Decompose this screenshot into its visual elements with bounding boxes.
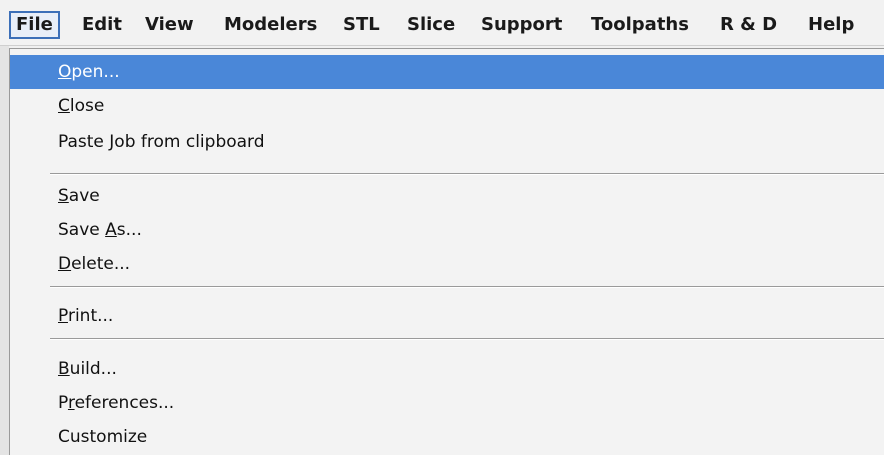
menu-help[interactable]: Help [808, 11, 854, 39]
menu-support[interactable]: Support [481, 11, 562, 39]
menu-separator [50, 338, 884, 340]
menu-item-label: uild... [69, 359, 117, 379]
menu-item-print[interactable]: Print... [10, 299, 884, 333]
menu-item-delete[interactable]: Delete... [10, 247, 884, 281]
menu-item-label: elete... [71, 254, 131, 274]
menu-item-customize[interactable]: Customize [10, 420, 884, 454]
menu-slice[interactable]: Slice [407, 11, 455, 39]
menu-bar: File Edit View Modelers STL Slice Suppor… [0, 0, 884, 46]
menu-file[interactable]: File [9, 11, 60, 39]
menu-item-label: pen... [71, 62, 120, 82]
mnemonic: D [58, 254, 72, 274]
menu-item-open[interactable]: Open... [10, 55, 884, 89]
menu-edit[interactable]: Edit [82, 11, 122, 39]
menu-item-build[interactable]: Build... [10, 352, 884, 386]
mnemonic: P [58, 306, 68, 326]
menu-r-and-d[interactable]: R & D [720, 11, 777, 39]
mnemonic: B [58, 359, 70, 379]
menu-item-label: rint... [67, 306, 114, 326]
menu-item-label-prefix: P [58, 393, 68, 413]
file-dropdown-menu: Open... Close Paste Job from clipboard S… [9, 48, 884, 455]
menu-item-paste-job[interactable]: Paste Job from clipboard [10, 125, 884, 159]
menu-item-close[interactable]: Close [10, 89, 884, 123]
mnemonic: S [58, 186, 69, 206]
menu-toolpaths[interactable]: Toolpaths [591, 11, 689, 39]
mnemonic: O [58, 62, 72, 82]
menu-modelers[interactable]: Modelers [224, 11, 317, 39]
menu-separator [50, 286, 884, 288]
menu-item-label: eferences... [74, 393, 175, 413]
mnemonic: r [67, 393, 75, 413]
menu-item-label: Customize [58, 427, 148, 447]
menu-stl[interactable]: STL [343, 11, 380, 39]
menu-item-label-prefix: Save [58, 220, 106, 240]
window-left-edge [0, 46, 9, 455]
menu-item-label: Paste Job from clipboard [58, 132, 265, 152]
menu-item-label: lose [69, 96, 105, 116]
mnemonic: A [105, 220, 117, 240]
menu-item-save[interactable]: Save [10, 179, 884, 213]
mnemonic: C [58, 96, 70, 116]
menu-item-save-as[interactable]: Save As... [10, 213, 884, 247]
menu-item-label: ave [68, 186, 100, 206]
menu-item-preferences[interactable]: Preferences... [10, 386, 884, 420]
menu-separator [50, 173, 884, 175]
menu-item-label: s... [116, 220, 142, 240]
menu-view[interactable]: View [145, 11, 194, 39]
